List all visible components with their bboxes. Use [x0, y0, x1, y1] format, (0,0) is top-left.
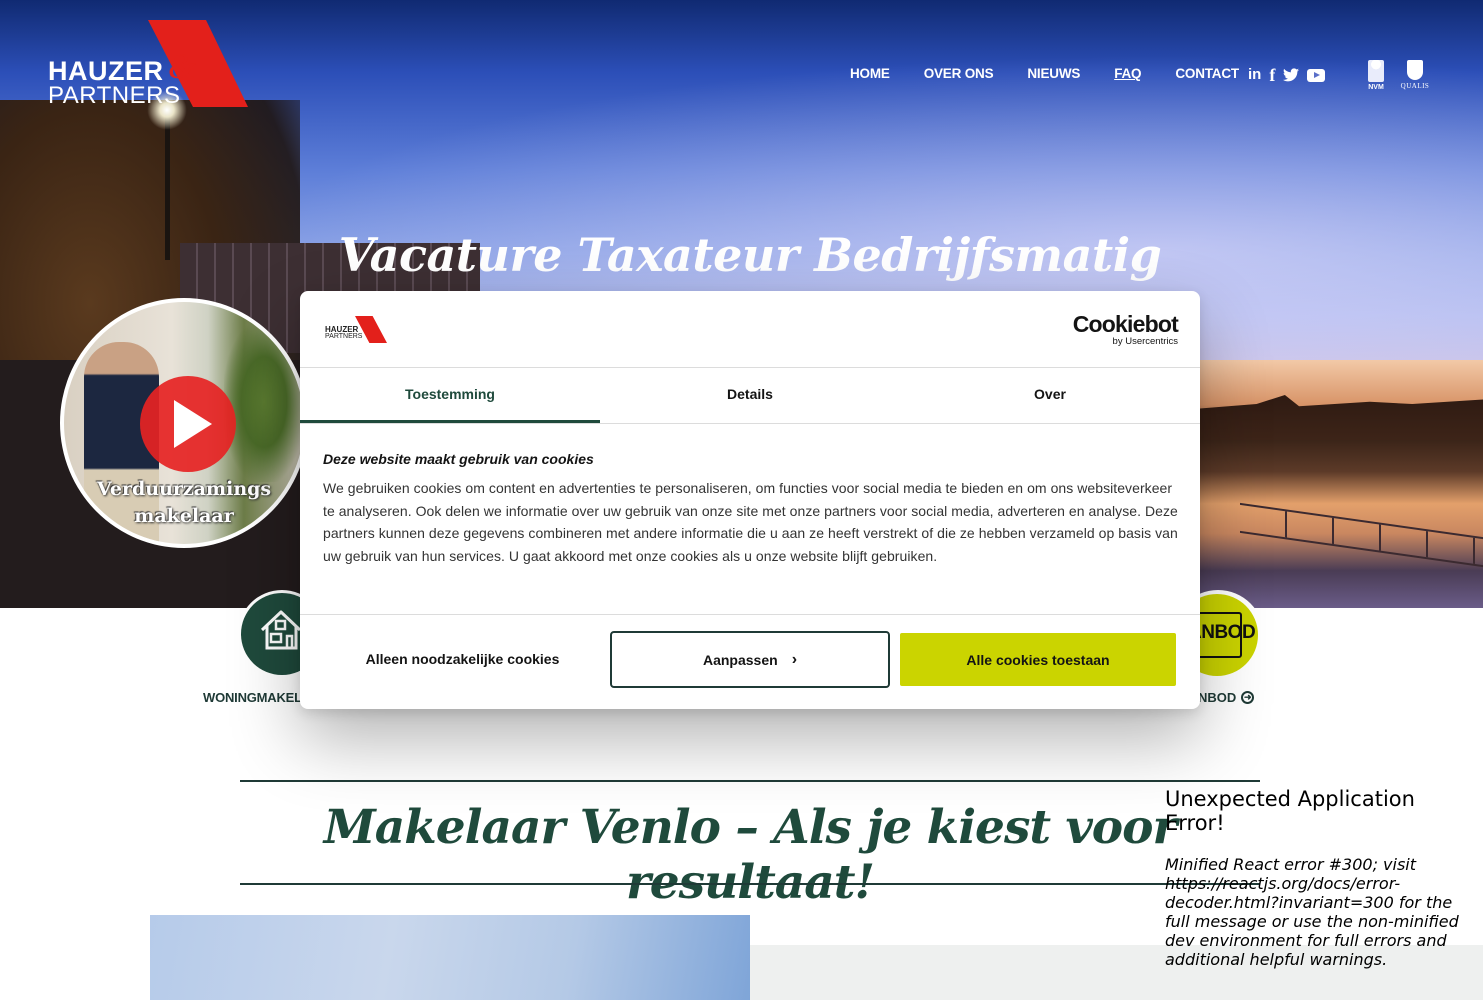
qualis-shield-icon — [1407, 60, 1423, 80]
cookie-dialog-header: HAUZER PARTNERS Cookiebot by Usercentric… — [300, 291, 1200, 368]
allow-all-cookies-button[interactable]: Alle cookies toestaan — [900, 633, 1176, 686]
skyline — [1200, 395, 1483, 440]
tab-over[interactable]: Over — [900, 369, 1200, 423]
play-icon — [174, 400, 212, 448]
necessary-cookies-button[interactable]: Alleen noodzakelijke cookies — [324, 631, 601, 687]
cookie-dialog-footer: Alleen noodzakelijke cookies Aanpassen ›… — [300, 614, 1200, 709]
dialog-site-logo: HAUZER PARTNERS — [325, 316, 387, 343]
service-label-woningmakelaar[interactable]: WONINGMAKEL — [203, 690, 302, 705]
service-label-bod[interactable]: NBOD ➜ — [1198, 690, 1255, 705]
nvm-crest-icon — [1368, 60, 1384, 82]
qualis-caption: QUALIS — [1400, 82, 1430, 90]
house-icon — [260, 610, 302, 650]
chevron-right-icon: › — [791, 650, 798, 668]
play-button[interactable] — [140, 376, 236, 472]
service-label-bod-text: NBOD — [1198, 690, 1237, 705]
tab-details[interactable]: Details — [600, 369, 900, 423]
dialog-logo-line-2: PARTNERS — [325, 333, 363, 340]
video-plant — [224, 322, 304, 482]
video-caption-line-2: makelaar — [134, 505, 234, 527]
nav-nieuws[interactable]: NIEUWS — [1027, 66, 1080, 81]
nav-faq[interactable]: FAQ — [1114, 66, 1141, 81]
tab-toestemming[interactable]: Toestemming — [300, 369, 600, 423]
pier — [1240, 502, 1483, 568]
main-nav: HOME OVER ONS NIEUWS FAQ CONTACT — [850, 66, 1273, 81]
section-title: Makelaar Venlo – Als je kiest voor resul… — [323, 800, 1178, 910]
video-thumbnail[interactable]: Verduurzamings makelaar — [60, 298, 308, 548]
linkedin-icon[interactable]: in — [1248, 66, 1261, 84]
site-logo[interactable]: HAUZER & PARTNERS — [48, 20, 258, 110]
cookie-consent-dialog: HAUZER PARTNERS Cookiebot by Usercentric… — [300, 291, 1200, 709]
twitter-icon[interactable] — [1283, 66, 1300, 84]
cookie-dialog-body: Deze website maakt gebruik van cookies W… — [323, 451, 1183, 567]
nvm-logo[interactable]: NVM — [1366, 60, 1386, 91]
error-title: Unexpected Application Error! — [1165, 787, 1415, 835]
hero-river-image — [1200, 360, 1483, 608]
error-message: Minified React error #300; visit https:/… — [1165, 855, 1459, 969]
video-caption-line-1: Verduurzamings — [96, 478, 272, 500]
nvm-caption: NVM — [1368, 84, 1384, 91]
video-caption: Verduurzamings makelaar — [64, 476, 304, 530]
qualis-logo[interactable]: QUALIS — [1398, 60, 1432, 90]
social-links: in f — [1248, 66, 1326, 84]
customize-button-label: Aanpassen — [702, 651, 778, 668]
nav-home[interactable]: HOME — [850, 66, 890, 81]
youtube-icon[interactable] — [1307, 68, 1326, 82]
cookie-description: We gebruiken cookies om content en adver… — [323, 480, 1178, 564]
nav-over-ons[interactable]: OVER ONS — [924, 66, 994, 81]
divider-bottom — [240, 883, 1260, 885]
cookiebot-name: Cookiebot — [1072, 311, 1179, 337]
cookiebot-by: by Usercentrics — [1112, 336, 1178, 347]
divider-top — [240, 780, 1260, 782]
nav-contact[interactable]: CONTACT — [1175, 66, 1239, 81]
content-image — [150, 915, 750, 1000]
logo-ampersand: & — [168, 46, 197, 86]
cookie-dialog-tabs: Toestemming Details Over — [300, 369, 1200, 424]
facebook-icon[interactable]: f — [1269, 66, 1275, 84]
hero-title: Vacature Taxateur Bedrijfsmatig — [338, 228, 1162, 282]
logo-text-partners: PARTNERS — [48, 82, 181, 109]
cookiebot-logo[interactable]: Cookiebot by Usercentrics — [1072, 311, 1179, 347]
arrow-right-circle-icon: ➜ — [1241, 691, 1255, 704]
logo-text-hauzer: HAUZER — [48, 56, 164, 86]
cookie-heading: Deze website maakt gebruik van cookies — [323, 451, 594, 467]
customize-button[interactable]: Aanpassen › — [610, 631, 890, 688]
